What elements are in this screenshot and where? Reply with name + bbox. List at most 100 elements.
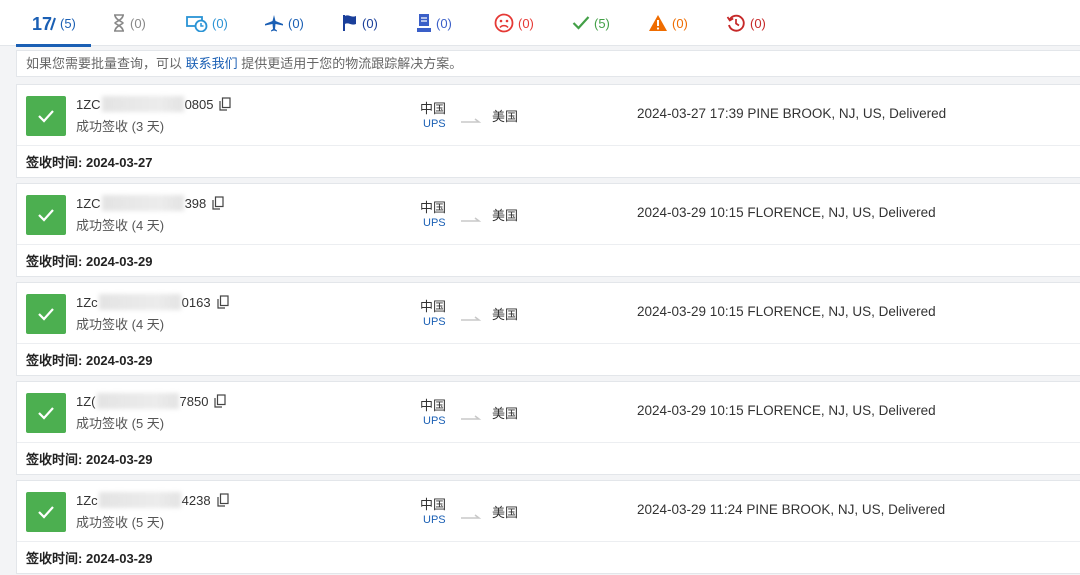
shipment-summary-row[interactable]: 1Zc 0163 成功签收 (4 天) 中国 UPS 美国 2024-03-29…: [17, 283, 1080, 343]
tracking-number[interactable]: 1Zc 0163: [76, 294, 229, 310]
tracking-number-prefix: 1Zc: [76, 492, 98, 508]
signed-time-label: 签收时间:: [26, 452, 83, 467]
tab-in-transit[interactable]: (0): [264, 0, 304, 46]
tab-count: (0): [518, 15, 534, 31]
delivered-status-icon: [26, 195, 66, 235]
destination-country: 美国: [492, 109, 519, 124]
signed-time-label: 签收时间:: [26, 551, 83, 566]
delivered-status-icon: [26, 96, 66, 136]
shipment-card[interactable]: 1Zc 4238 成功签收 (5 天) 中国 UPS 美国 2024-03-29…: [16, 480, 1080, 574]
signed-time: 签收时间: 2024-03-27: [26, 152, 152, 171]
shipment-summary-row[interactable]: 1Z( 7850 成功签收 (5 天) 中国 UPS 美国 2024-03-29…: [17, 382, 1080, 442]
tab-count: (0): [212, 15, 228, 31]
redacted-mask: [98, 492, 181, 508]
tab-count: (5): [60, 15, 76, 31]
svg-text:17: 17: [32, 14, 52, 32]
flag-icon: [342, 13, 358, 33]
carrier-link[interactable]: UPS: [423, 118, 446, 130]
delivery-status-text: 成功签收 (4 天): [76, 317, 165, 332]
tab-all[interactable]: 17 (5): [16, 0, 91, 47]
destination-country: 美国: [492, 307, 519, 322]
redacted-mask: [101, 195, 184, 211]
arrow-right-icon: [460, 409, 482, 427]
delivery-status-text: 成功签收 (5 天): [76, 416, 165, 431]
redacted-mask: [101, 96, 184, 112]
tab-pick-up[interactable]: (0): [342, 0, 378, 46]
tracking-number[interactable]: 1Zc 4238: [76, 492, 229, 508]
delivered-status-icon: [26, 294, 66, 334]
shipment-card[interactable]: 1Z( 7850 成功签收 (5 天) 中国 UPS 美国 2024-03-29…: [16, 381, 1080, 475]
tab-count: (0): [362, 15, 378, 31]
divider: [17, 442, 1080, 443]
tracking-number-prefix: 1ZC: [76, 96, 101, 112]
tab-not-found[interactable]: (0): [112, 0, 146, 46]
carrier-link[interactable]: UPS: [423, 316, 446, 328]
carrier-link[interactable]: UPS: [423, 514, 446, 526]
origin-country: 中国: [420, 398, 447, 413]
delivered-status-icon: [26, 492, 66, 532]
tab-undelivered[interactable]: (0): [494, 0, 534, 46]
tracking-number-prefix: 1Z(: [76, 393, 96, 409]
divider: [17, 244, 1080, 245]
tracking-number[interactable]: 1ZC 0805: [76, 96, 232, 112]
signed-time-value: 2024-03-27: [85, 155, 153, 170]
origin-country: 中国: [420, 101, 447, 116]
tracking-number[interactable]: 1Z( 7850: [76, 393, 227, 409]
arrow-right-icon: [460, 508, 482, 526]
redacted-mask: [96, 393, 179, 409]
tracking-number-suffix: 4238: [181, 492, 211, 508]
notice-text: 提供更适用于您的物流跟踪解决方案。: [241, 56, 463, 71]
latest-event: 2024-03-29 10:15 FLORENCE, NJ, US, Deliv…: [637, 304, 936, 319]
signed-time-value: 2024-03-29: [85, 551, 153, 566]
status-tab-bar: 17 (5) (0) (0) (0) (0) (0) (0) (5) (0) (…: [0, 0, 1080, 47]
tab-count: (0): [130, 15, 146, 31]
destination-country: 美国: [492, 406, 519, 421]
hourglass-icon: [112, 13, 126, 33]
logo-17-icon: 17: [32, 13, 56, 33]
notice-text: 如果您需要批量查询，可以: [26, 56, 183, 71]
divider: [17, 541, 1080, 542]
shipment-card[interactable]: 1Zc 0163 成功签收 (4 天) 中国 UPS 美国 2024-03-29…: [16, 282, 1080, 376]
signed-time: 签收时间: 2024-03-29: [26, 350, 152, 369]
signed-time-value: 2024-03-29: [85, 353, 153, 368]
tab-count: (0): [436, 15, 452, 31]
divider: [17, 145, 1080, 146]
shipment-summary-row[interactable]: 1ZC 0805 成功签收 (3 天) 中国 UPS 美国 2024-03-27…: [17, 85, 1080, 145]
tab-alert[interactable]: (0): [648, 0, 688, 46]
copy-icon[interactable]: [212, 196, 224, 210]
signed-time: 签收时间: 2024-03-29: [26, 251, 152, 270]
latest-event: 2024-03-29 11:24 PINE BROOK, NJ, US, Del…: [637, 502, 946, 517]
tab-expired[interactable]: (0): [726, 0, 766, 46]
signed-time-label: 签收时间:: [26, 254, 83, 269]
signed-time: 签收时间: 2024-03-29: [26, 548, 152, 567]
origin-country: 中国: [420, 299, 447, 314]
contact-us-link[interactable]: 联系我们: [186, 56, 238, 71]
sad-face-icon: [494, 13, 514, 33]
copy-icon[interactable]: [219, 97, 232, 111]
tab-info-received[interactable]: (0): [186, 0, 228, 46]
copy-icon[interactable]: [216, 295, 229, 309]
tab-count: (0): [750, 15, 766, 31]
carrier-link[interactable]: UPS: [423, 217, 446, 229]
tracking-number-prefix: 1ZC: [76, 195, 101, 211]
tracking-number-suffix: 7850: [179, 393, 209, 409]
shipment-summary-row[interactable]: 1ZC 398 成功签收 (4 天) 中国 UPS 美国 2024-03-29 …: [17, 184, 1080, 244]
origin-country: 中国: [420, 497, 447, 512]
tab-delivered[interactable]: (5): [572, 0, 610, 46]
tab-count: (0): [672, 15, 688, 31]
copy-icon[interactable]: [216, 493, 229, 507]
copy-icon[interactable]: [214, 394, 227, 408]
signed-time-value: 2024-03-29: [85, 452, 153, 467]
shipment-card[interactable]: 1ZC 398 成功签收 (4 天) 中国 UPS 美国 2024-03-29 …: [16, 183, 1080, 277]
divider: [17, 343, 1080, 344]
latest-event: 2024-03-27 17:39 PINE BROOK, NJ, US, Del…: [637, 106, 947, 121]
tab-out-for-delivery[interactable]: (0): [416, 0, 452, 46]
tab-count: (5): [594, 15, 610, 31]
shipment-summary-row[interactable]: 1Zc 4238 成功签收 (5 天) 中国 UPS 美国 2024-03-29…: [17, 481, 1080, 541]
warning-icon: [648, 13, 668, 33]
carrier-link[interactable]: UPS: [423, 415, 446, 427]
tracking-number[interactable]: 1ZC 398: [76, 195, 224, 211]
destination-country: 美国: [492, 208, 519, 223]
shipment-card[interactable]: 1ZC 0805 成功签收 (3 天) 中国 UPS 美国 2024-03-27…: [16, 84, 1080, 178]
signed-time-label: 签收时间:: [26, 155, 83, 170]
